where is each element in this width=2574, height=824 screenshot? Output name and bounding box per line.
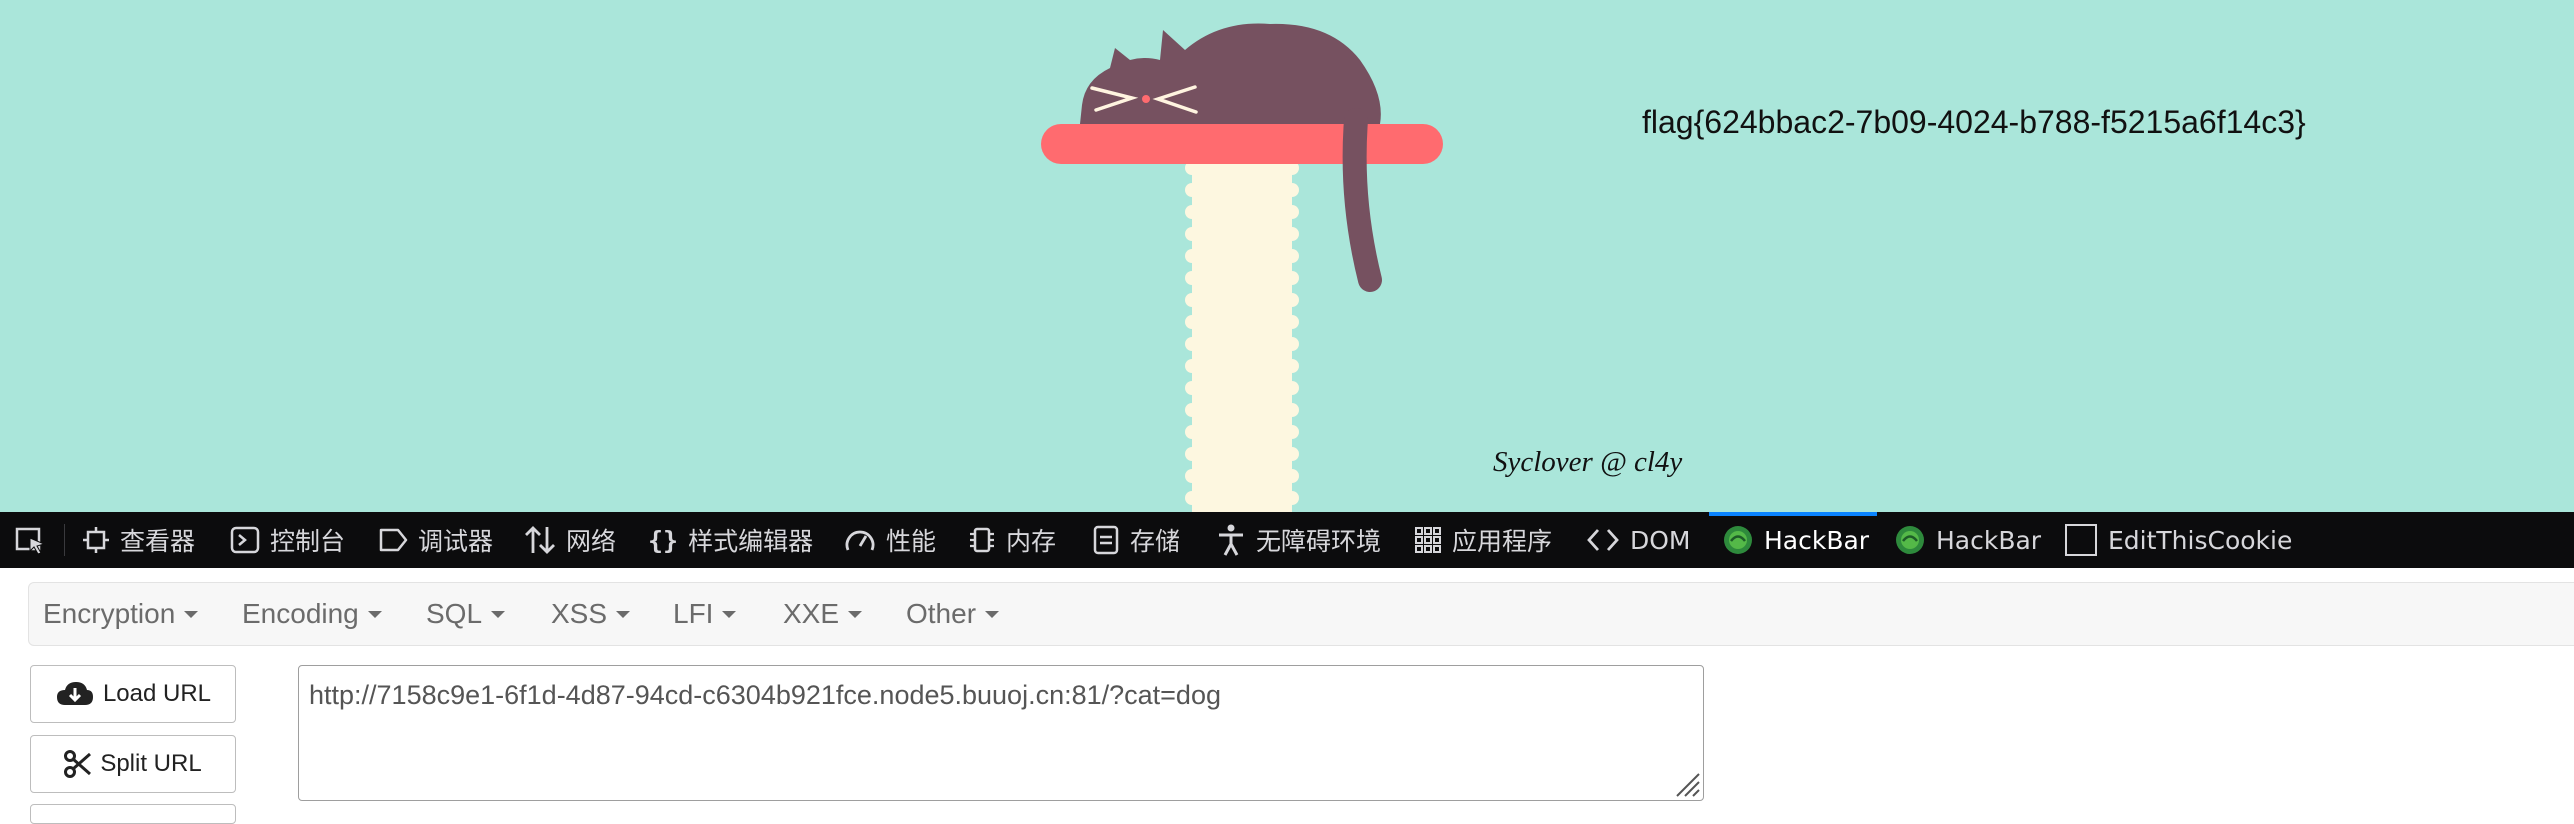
checkbox-icon (2065, 524, 2097, 556)
load-url-label: Load URL (102, 680, 212, 707)
accessibility-icon (1219, 524, 1243, 556)
credit-text: Syclover @ cl4y (1493, 446, 1683, 478)
tab-label: 调试器 (418, 527, 494, 556)
tab-memory[interactable]: 内存 (968, 512, 1056, 568)
tab-label: 控制台 (270, 527, 346, 556)
tab-label: HackBar (1764, 525, 1870, 555)
url-value: http://7158c9e1-6f1d-4d87-94cd-c6304b921… (309, 680, 1221, 710)
hackbar-panel: Encryption Encoding SQL XSS LFI XXE Othe… (0, 568, 2574, 824)
network-icon (525, 526, 555, 554)
element-picker-icon[interactable] (14, 512, 58, 568)
menu-label: XSS (551, 598, 608, 629)
tab-network[interactable]: 网络 (524, 512, 616, 568)
cloud-download-icon (56, 682, 93, 705)
menu-label: SQL (426, 598, 483, 629)
tab-style-editor[interactable]: {} 样式编辑器 (648, 512, 813, 568)
resize-grip-icon[interactable] (1671, 768, 1701, 798)
menu-label: Encryption (43, 598, 176, 629)
tab-performance[interactable]: 性能 (844, 512, 936, 568)
caret-down-icon (491, 610, 506, 618)
debugger-icon (379, 528, 408, 552)
hackbar-icon (1724, 526, 1752, 554)
tab-label: 无障碍环境 (1256, 527, 1382, 556)
menu-label: LFI (673, 598, 714, 629)
menu-encoding[interactable]: Encoding (242, 583, 382, 645)
tab-application[interactable]: 应用程序 (1414, 512, 1552, 568)
caret-down-icon (616, 610, 631, 618)
tab-label: EditThisCookie (2108, 525, 2293, 555)
scratching-post (1185, 150, 1299, 512)
tab-hackbar-active[interactable]: HackBar (1722, 512, 1869, 568)
menu-xss[interactable]: XSS (551, 583, 631, 645)
tab-editthiscookie[interactable]: EditThisCookie (2064, 512, 2292, 568)
tab-inspector[interactable]: 查看器 (82, 512, 195, 568)
menu-encryption[interactable]: Encryption (43, 583, 199, 645)
caret-down-icon (985, 610, 1000, 618)
cat-scene-illustration (1041, 23, 1443, 512)
load-url-button[interactable]: Load URL (30, 665, 236, 723)
tab-label: HackBar (1936, 525, 2042, 555)
menu-other[interactable]: Other (906, 583, 1000, 645)
tab-label: 网络 (566, 527, 617, 556)
caret-down-icon (184, 610, 199, 618)
caret-down-icon (848, 610, 863, 618)
split-url-button[interactable]: Split URL (30, 735, 236, 793)
hackbar-icon (1896, 526, 1924, 554)
tab-label: 存储 (1130, 527, 1181, 556)
hackbar-menubar: Encryption Encoding SQL XSS LFI XXE Othe… (28, 582, 2574, 646)
inspector-icon (83, 527, 109, 553)
menu-sql[interactable]: SQL (426, 583, 506, 645)
tab-label: 样式编辑器 (688, 527, 814, 556)
style-editor-icon: {} (648, 525, 679, 555)
page-viewport: flag{624bbac2-7b09-4024-b788-f5215a6f14c… (0, 0, 2574, 512)
menu-label: Encoding (242, 598, 359, 629)
tab-hackbar[interactable]: HackBar (1894, 512, 2041, 568)
application-icon (1415, 527, 1441, 553)
menu-label: Other (906, 598, 977, 629)
menu-xxe[interactable]: XXE (783, 583, 863, 645)
execute-button[interactable] (30, 804, 236, 824)
tab-label: 应用程序 (1452, 527, 1553, 556)
caret-down-icon (722, 610, 737, 618)
dom-icon (1587, 529, 1619, 551)
performance-icon (845, 530, 875, 551)
menu-lfi[interactable]: LFI (673, 583, 737, 645)
caret-down-icon (367, 610, 382, 618)
menu-label: XXE (783, 598, 840, 629)
url-textarea[interactable]: http://7158c9e1-6f1d-4d87-94cd-c6304b921… (298, 665, 1704, 801)
cat-nose (1142, 95, 1150, 103)
sleeping-cat (1080, 23, 1381, 124)
tab-label: 内存 (1006, 527, 1057, 556)
flag-text: flag{624bbac2-7b09-4024-b788-f5215a6f14c… (1642, 104, 2306, 140)
memory-icon (970, 527, 994, 553)
tab-label: 性能 (886, 527, 937, 556)
tab-dom[interactable]: DOM (1586, 512, 1691, 568)
tab-storage[interactable]: 存储 (1092, 512, 1180, 568)
scissors-icon (64, 750, 92, 778)
cat-shelf (1041, 124, 1443, 164)
toolbar-divider (64, 524, 65, 556)
tab-label: DOM (1630, 525, 1691, 555)
devtools-toolbar: 查看器 控制台 调试器 网络 {} 样式编辑器 性能 内存 存储 无障碍环境 应… (0, 512, 2574, 568)
tab-debugger[interactable]: 调试器 (378, 512, 493, 568)
tab-console[interactable]: 控制台 (230, 512, 345, 568)
console-icon (230, 526, 260, 554)
storage-icon (1093, 525, 1119, 555)
split-url-label: Split URL (100, 750, 202, 777)
tab-accessibility[interactable]: 无障碍环境 (1216, 512, 1381, 568)
tab-label: 查看器 (120, 527, 196, 556)
